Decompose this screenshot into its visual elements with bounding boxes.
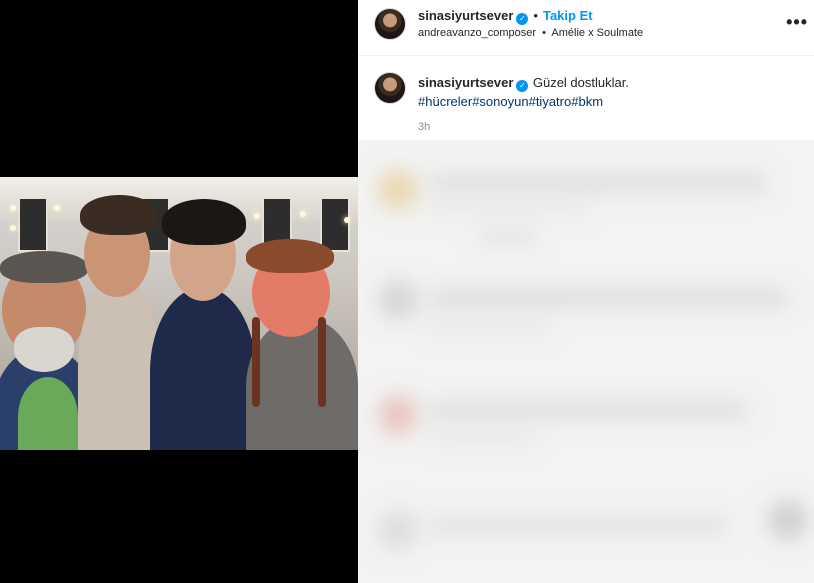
photo-hair (162, 199, 246, 245)
caption-avatar[interactable] (374, 72, 406, 104)
blurred-comment (428, 200, 588, 212)
header-separator: • (533, 8, 538, 23)
header-title-row: sinasiyurtsever ✓ • Takip Et (418, 7, 593, 25)
photo-bulb (10, 205, 16, 211)
photo-hair (246, 239, 334, 273)
photo-person (150, 287, 256, 450)
photo-person (18, 377, 78, 450)
post-side-panel: sinasiyurtsever ✓ • Takip Et andreavanzo_co… (358, 0, 814, 583)
photo-person (78, 277, 160, 450)
audio-row: andreavanzo_composer • Amélie x Soulmate (418, 27, 643, 39)
photo-beard (14, 327, 74, 372)
avatar[interactable] (374, 8, 406, 40)
more-options-icon[interactable]: ••• (786, 12, 808, 33)
blurred-comment (428, 290, 788, 306)
audio-separator: • (542, 27, 546, 39)
photo-bulb (344, 217, 350, 223)
photo-person (246, 317, 358, 450)
blurred-comment (428, 174, 768, 192)
blurred-comments (358, 140, 814, 583)
photo-braid (318, 317, 326, 407)
blurred-comment (428, 320, 548, 332)
hashtag-link[interactable]: #sonoyun (472, 94, 528, 109)
photo-hair (80, 195, 158, 235)
audio-artist-link[interactable]: andreavanzo_composer (418, 27, 536, 39)
post-photo[interactable] (0, 177, 358, 450)
blurred-element (768, 500, 808, 540)
blurred-avatar (378, 510, 418, 550)
caption-block: sinasiyurtsever ✓ Güzel dostluklar. #hücr… (418, 74, 798, 133)
author-username[interactable]: sinasiyurtsever (418, 8, 513, 23)
blurred-avatar (378, 395, 418, 435)
hashtag-link[interactable]: #bkm (571, 94, 603, 109)
caption-hashtags: #hücreler#sonoyun#tiyatro#bkm (418, 94, 798, 109)
post-media[interactable] (0, 0, 358, 583)
photo-mirror (18, 197, 48, 252)
photo-mirror (320, 197, 350, 252)
blurred-avatar (378, 280, 418, 320)
photo-bulb (300, 211, 306, 217)
post-timestamp: 3h (418, 121, 431, 133)
photo-bulb (254, 213, 260, 219)
blurred-comment (478, 230, 538, 244)
photo-braid (252, 317, 260, 407)
blurred-comment (428, 402, 748, 418)
verified-badge-icon: ✓ (516, 13, 529, 25)
blurred-comment (428, 430, 538, 442)
blurred-avatar (378, 170, 418, 210)
hashtag-link[interactable]: #tiyatro (529, 94, 572, 109)
blurred-comment (428, 518, 728, 534)
photo-hair (0, 251, 88, 283)
post-header: sinasiyurtsever ✓ • Takip Et andreavanzo_co… (358, 0, 814, 56)
hashtag-link[interactable]: #hücreler (418, 94, 472, 109)
verified-badge-icon: ✓ (516, 80, 529, 92)
photo-bulb (10, 225, 16, 231)
caption-line: sinasiyurtsever ✓ Güzel dostluklar. (418, 74, 798, 92)
photo-bulb (54, 205, 60, 211)
caption-text: Güzel dostluklar. (532, 75, 629, 90)
follow-button[interactable]: Takip Et (543, 8, 593, 23)
audio-track-link[interactable]: Amélie x Soulmate (551, 27, 643, 39)
caption-username[interactable]: sinasiyurtsever (418, 75, 513, 90)
